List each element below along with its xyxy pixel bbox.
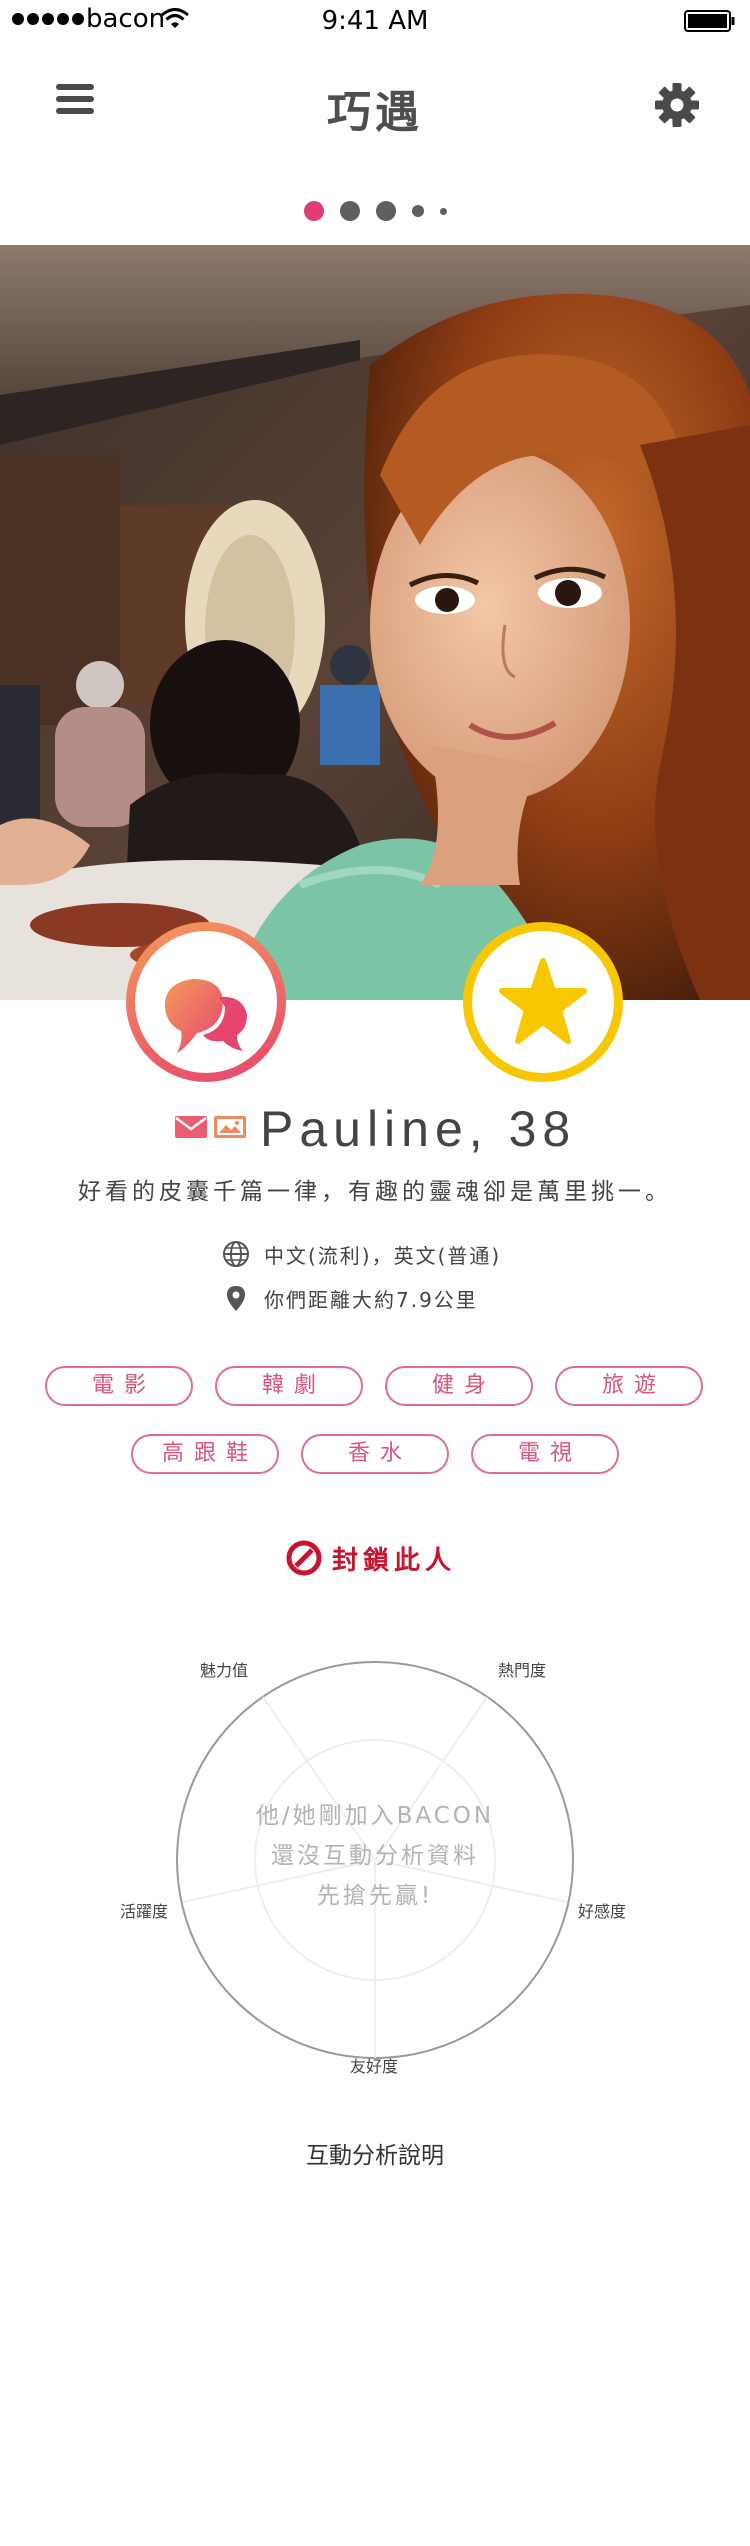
photo-verified-icon [213,1116,246,1138]
gear-icon[interactable] [654,82,700,128]
radar-message-line: 他/她剛加入BACON [255,1803,495,1829]
radar-message-line: 先搶先贏! [316,1883,434,1909]
block-user-label: 封鎖此人 [332,1545,457,1576]
chat-button[interactable] [126,922,286,1082]
interest-tag[interactable]: 香水 [301,1434,449,1474]
interest-tag[interactable]: 旅遊 [555,1366,703,1406]
interest-tag[interactable]: 電視 [471,1434,619,1474]
battery-icon [684,10,735,32]
star-icon [499,958,587,1044]
radar-label-popularity: 熱門度 [498,1661,547,1680]
pager-dot[interactable] [439,207,447,215]
interest-tag[interactable]: 韓劇 [215,1366,363,1406]
globe-icon [223,1241,249,1267]
pager-dot[interactable] [375,201,396,221]
name-row: Pauline, 38 [0,1100,750,1158]
distance-text: 你們距離大約7.9公里 [264,1287,478,1312]
distance-row: 你們距離大約7.9公里 [222,1282,478,1314]
favorite-star-button[interactable] [463,922,623,1082]
pager-dot[interactable] [303,201,324,221]
verification-icons [174,1114,247,1144]
radar-label-charm: 魅力值 [200,1661,249,1680]
interest-tag[interactable]: 電影 [45,1366,193,1406]
block-user-button[interactable]: 封鎖此人 [286,1538,456,1578]
languages-row: 中文(流利)，英文(普通) [222,1238,501,1270]
profile-name: Pauline, 38 [259,1101,577,1157]
email-verified-icon [174,1116,207,1138]
radar-label-friendliness: 友好度 [350,2057,399,2076]
pager-dot[interactable] [411,205,424,217]
interest-tag[interactable]: 健身 [385,1366,533,1406]
radar-empty-message: 他/她剛加入BACON 還沒互動分析資料 先搶先贏! [0,1796,750,1916]
radar-message-line: 還沒互動分析資料 [271,1843,479,1869]
page-title: 巧遇 [327,87,423,138]
chat-bubbles-icon [165,979,247,1053]
status-time: 9:41 AM [321,6,429,36]
location-pin-icon [227,1286,245,1311]
photo-pager[interactable] [0,198,750,224]
interaction-analysis-help-link[interactable]: 互動分析說明 [0,2136,750,2170]
profile-bio: 好看的皮囊千篇一律，有趣的靈魂卻是萬里挑一。 [78,1179,672,1205]
interest-tag[interactable]: 高跟鞋 [131,1434,279,1474]
profile-photo[interactable] [0,245,750,1000]
block-icon [286,1540,322,1576]
languages-text: 中文(流利)，英文(普通) [264,1243,502,1268]
pager-dot[interactable] [339,201,360,221]
status-bar: bacon 9:41 AM [0,0,750,42]
